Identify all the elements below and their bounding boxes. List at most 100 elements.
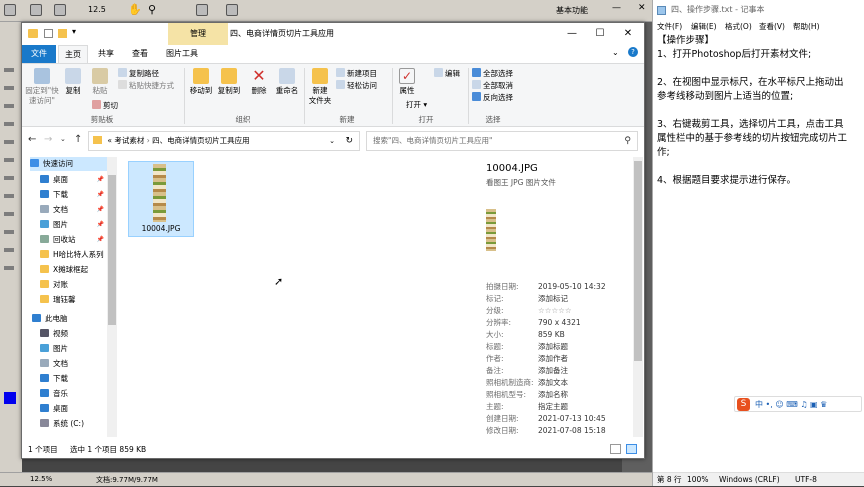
menu-file[interactable]: 文件(F) (657, 20, 682, 34)
tab-share[interactable]: 共享 (92, 45, 120, 63)
move-to-button[interactable]: 移动到 (188, 68, 214, 96)
address-bar[interactable]: « 考试素材 › 四、电商详情页切片工具应用 ⌄ ↻ (88, 131, 360, 151)
file-thumbnail[interactable] (153, 164, 166, 222)
nav-music[interactable]: 音乐 (40, 387, 106, 401)
invert-selection-button[interactable]: 反向选择 (472, 92, 513, 103)
manage-tab[interactable]: 管理 (168, 23, 228, 45)
search-input[interactable]: 搜索"四、电商详情页切片工具应用" ⚲ (366, 131, 638, 151)
arrange-icon[interactable] (196, 4, 208, 16)
tab-picture-tools[interactable]: 图片工具 (160, 45, 204, 63)
properties-qa-icon[interactable] (44, 29, 53, 38)
nav-folder-reconcile[interactable]: 对账 (40, 278, 106, 292)
detail-value[interactable]: 添加作者 (538, 354, 568, 363)
help-icon[interactable]: ? (628, 47, 638, 57)
detail-value[interactable]: 添加标题 (538, 342, 568, 351)
delete-button[interactable]: ✕ 删除 (248, 68, 270, 96)
tab-file[interactable]: 文件 (22, 45, 56, 63)
edit-button[interactable]: 编辑 (434, 68, 460, 79)
select-all-button[interactable]: 全部选择 (472, 68, 513, 79)
paste-shortcut-button[interactable]: 粘贴快捷方式 (118, 80, 174, 91)
detail-value[interactable]: 添加标记 (538, 294, 568, 303)
minibridge-icon[interactable] (54, 4, 66, 16)
copy-to-button[interactable]: 复制到 (216, 68, 242, 96)
menu-edit[interactable]: 编辑(E) (691, 20, 717, 34)
breadcrumb-overflow[interactable]: « (107, 136, 112, 145)
close-button[interactable]: ✕ (614, 23, 642, 45)
detail-value[interactable]: 添加文本 (538, 378, 568, 387)
workspace-switcher[interactable]: 基本功能 (556, 5, 588, 16)
nav-this-pc[interactable]: 此电脑 (32, 312, 108, 326)
detail-value[interactable]: 添加名称 (538, 390, 568, 399)
ps-zoom-status[interactable]: 12.5% (30, 475, 52, 483)
nav-documents[interactable]: 文档 📌 (40, 203, 106, 217)
detail-value[interactable]: 添加备注 (538, 366, 568, 375)
ps-close-button[interactable]: ✕ (638, 3, 646, 13)
detail-value[interactable]: 2019-05-10 14:32 (538, 282, 606, 291)
pin-quick-access-button[interactable]: 固定到"快 速访问" (24, 68, 60, 106)
large-icons-view-icon[interactable] (626, 444, 637, 454)
new-folder-button[interactable]: 新建 文件夹 (306, 68, 334, 106)
collapse-ribbon-icon[interactable]: ⌄ (612, 48, 619, 57)
qa-dropdown-icon[interactable]: ▾ (72, 27, 76, 36)
breadcrumb-exam-materials[interactable]: 考试素材 (114, 136, 144, 145)
up-button[interactable]: ↑ (74, 134, 82, 145)
easy-access-button[interactable]: 轻松访问 (336, 80, 377, 91)
details-scrollbar-thumb[interactable] (634, 161, 642, 361)
copy-button[interactable]: 复制 (62, 68, 84, 96)
nav-pc-pictures[interactable]: 图片 (40, 342, 106, 356)
nav-folder-ruiyu[interactable]: 瑞钰馨 (40, 293, 106, 307)
pin-icon[interactable]: 📌 (97, 203, 104, 217)
maximize-button[interactable]: ☐ (586, 23, 614, 45)
cut-button[interactable]: 剪切 (92, 100, 118, 111)
ime-toolbar[interactable]: S 中 •, ☺ ⌨ ♫ ▣ ♛ (734, 396, 862, 412)
notepad-text-area[interactable]: 【操作步骤】 1、打开Photoshop后打开素材文件; 2、在视图中显示标尺，… (657, 34, 853, 188)
paste-button[interactable]: 粘贴 (88, 68, 112, 96)
nav-desktop[interactable]: 桌面 📌 (40, 173, 106, 187)
menu-help[interactable]: 帮助(H) (793, 20, 820, 34)
nav-videos[interactable]: 视频 (40, 327, 106, 341)
rename-button[interactable]: 重命名 (274, 68, 300, 96)
nav-scrollbar-thumb[interactable] (108, 175, 116, 325)
minimize-button[interactable]: — (558, 23, 586, 45)
rating-stars[interactable]: ☆☆☆☆☆ (538, 306, 572, 315)
select-none-button[interactable]: 全部取消 (472, 80, 513, 91)
address-dropdown-icon[interactable]: ⌄ (329, 132, 335, 150)
breadcrumb-current[interactable]: 四、电商详情页切片工具应用 (152, 136, 250, 145)
pin-icon[interactable]: 📌 (97, 173, 104, 187)
tab-home[interactable]: 主页 (58, 45, 88, 63)
details-view-icon[interactable] (610, 444, 621, 454)
open-button[interactable]: 打开 ▾ (406, 100, 427, 110)
new-folder-qa-icon[interactable] (58, 29, 67, 38)
refresh-icon[interactable]: ↻ (345, 132, 353, 150)
properties-button[interactable]: ✓ 属性 (396, 68, 418, 96)
pin-icon[interactable]: 📌 (97, 218, 104, 232)
nav-folder-x[interactable]: X摊球框起 (40, 263, 106, 277)
back-button[interactable]: ← (28, 134, 36, 145)
menu-format[interactable]: 格式(O) (725, 20, 752, 34)
detail-value[interactable]: 指定主题 (538, 402, 568, 411)
ps-zoom-select[interactable]: 12.5 (88, 5, 106, 14)
nav-pictures[interactable]: 图片 📌 (40, 218, 106, 232)
nav-quick-access[interactable]: 快速访问 (30, 157, 110, 171)
nav-drive-c[interactable]: 系统 (C:) (40, 417, 106, 431)
menu-view[interactable]: 查看(V) (759, 20, 785, 34)
foreground-color-swatch[interactable] (4, 392, 16, 404)
nav-downloads[interactable]: 下载 📌 (40, 188, 106, 202)
nav-recycle-bin[interactable]: 回收站 📌 (40, 233, 106, 247)
bridge-icon[interactable] (30, 4, 42, 16)
new-item-button[interactable]: 新建项目 (336, 68, 377, 79)
tool-icons[interactable] (4, 62, 14, 282)
screen-mode-icon[interactable] (226, 4, 238, 16)
nav-pc-desktop[interactable]: 桌面 (40, 402, 106, 416)
nav-folder-hobbit[interactable]: H哈比特人系列 (40, 248, 106, 262)
ps-minimize-button[interactable]: — (612, 3, 621, 13)
sogou-ime-icon[interactable]: S (737, 398, 750, 411)
nav-pc-downloads[interactable]: 下载 (40, 372, 106, 386)
pin-icon[interactable]: 📌 (97, 233, 104, 247)
copy-path-button[interactable]: 复制路径 (118, 68, 159, 79)
tab-view[interactable]: 查看 (126, 45, 154, 63)
forward-button[interactable]: → (44, 134, 52, 145)
nav-pc-documents[interactable]: 文档 (40, 357, 106, 371)
ime-status[interactable]: 中 •, ☺ ⌨ ♫ ▣ ♛ (755, 399, 827, 410)
pin-icon[interactable]: 📌 (97, 188, 104, 202)
